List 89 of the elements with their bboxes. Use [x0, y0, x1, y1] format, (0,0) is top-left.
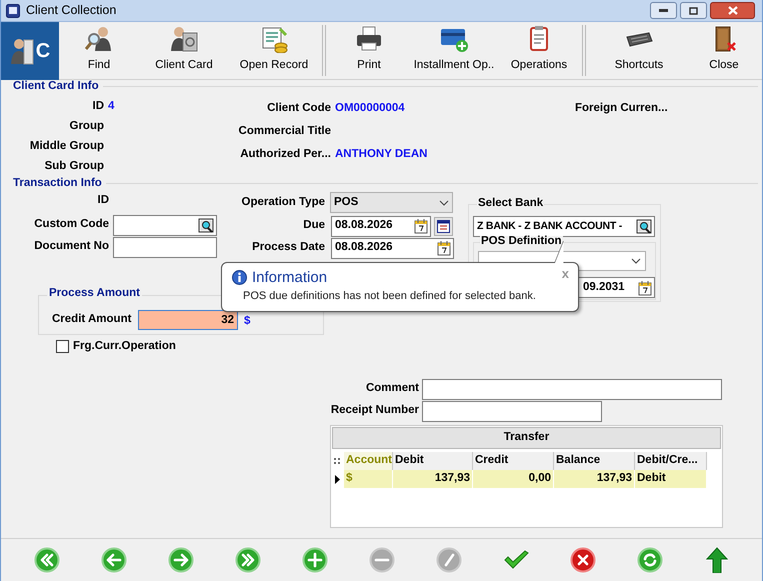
table-cell: 137,93 [554, 470, 635, 488]
field-label: ID [92, 99, 104, 114]
app-icon [6, 4, 20, 18]
group-title: Process Amount [47, 288, 142, 300]
field-label: Authorized Per... [239, 146, 331, 162]
date-field[interactable]: 08.08.2026 [331, 238, 454, 258]
column-header[interactable]: Balance [554, 452, 635, 470]
field-label: Document No [33, 239, 109, 254]
date-field[interactable]: 08.08.2026 [331, 216, 431, 236]
field-label: Foreign Curren... [575, 100, 668, 116]
grid-title: Transfer [332, 427, 721, 449]
toolbar-button[interactable]: Open Record [229, 22, 319, 79]
table-cell: $ [344, 470, 393, 488]
section-title: Transaction Info [13, 178, 102, 190]
toolbar-button[interactable]: Operations [499, 22, 579, 79]
group-title: POS Definition [480, 236, 562, 248]
currency-symbol: $ [244, 314, 250, 329]
close-button[interactable] [710, 2, 755, 19]
table-cell: Debit [635, 470, 707, 488]
calendar-icon [437, 240, 451, 256]
field-label: Client Code [266, 100, 331, 116]
maximize-icon [689, 6, 698, 14]
bank-field[interactable]: Z BANK - Z BANK ACCOUNT - [473, 216, 655, 237]
field-label: ID [96, 193, 109, 208]
calendar-icon [638, 280, 652, 296]
minimize-icon [659, 9, 668, 12]
toolbar-button[interactable]: Close [689, 22, 759, 79]
toolbar-button[interactable]: Print [329, 22, 409, 79]
calendar-icon [414, 218, 428, 234]
up-arrow-button[interactable] [704, 547, 730, 573]
field-label: Custom Code [33, 217, 109, 232]
input-field[interactable] [113, 236, 217, 258]
field-label: Sub Group [44, 159, 104, 174]
field-label: Middle Group [28, 139, 104, 154]
refresh-button[interactable] [636, 547, 662, 573]
checkbox-label: Frg.Curr.Operation [73, 339, 176, 354]
field-label: Group [68, 119, 104, 134]
field-label: Commercial Title [238, 124, 331, 139]
field-label: Receipt Number [330, 403, 419, 418]
cancel-button[interactable] [570, 547, 596, 573]
person-magnifier-icon [85, 24, 113, 53]
input-field[interactable] [422, 400, 602, 422]
dropdown[interactable]: POS [330, 192, 453, 213]
calendar-page-icon [437, 220, 450, 232]
field-label: Due [302, 218, 325, 234]
client-figure-icon [10, 36, 34, 66]
toolbar-button[interactable]: Installment Op.. [409, 22, 499, 79]
next-button[interactable] [168, 547, 194, 573]
toolbar-button[interactable]: Client Card [139, 22, 229, 79]
table-cell: 137,93 [393, 470, 473, 488]
add-button[interactable] [302, 547, 328, 573]
window-title: Client Collection [26, 2, 116, 20]
lookup-icon [636, 219, 652, 234]
maximize-button[interactable] [680, 2, 707, 19]
input-field[interactable] [422, 378, 722, 400]
input-field[interactable] [113, 214, 217, 236]
toolbar-button[interactable]: Shortcuts [589, 22, 689, 79]
printer-icon [355, 24, 383, 53]
field-label: Process Date [251, 240, 325, 256]
calendar-button[interactable] [434, 216, 453, 236]
field-label: Credit Amount [52, 312, 132, 327]
table-cell: 0,00 [473, 470, 554, 488]
person-safe-icon [170, 24, 198, 53]
document-coins-icon [260, 24, 288, 53]
lookup-icon [198, 218, 214, 232]
toolbar-button[interactable]: Find [59, 22, 139, 79]
logo-letter: C [36, 39, 50, 64]
chevron-down-icon [439, 200, 449, 206]
column-header[interactable]: Debit/Cre... [635, 452, 707, 470]
minimize-button[interactable] [650, 2, 677, 19]
close-icon [728, 6, 738, 15]
previous-button[interactable] [100, 547, 126, 573]
field-value: ANTHONY DEAN [335, 146, 428, 162]
field-label: Operation Type [240, 194, 325, 210]
field-label: Comment [364, 381, 419, 396]
field-value: OM00000004 [335, 100, 405, 116]
checkbox[interactable] [56, 340, 69, 354]
column-header[interactable]: Debit [393, 452, 473, 470]
group-title: Select Bank [477, 198, 544, 210]
popup-title: Information [252, 270, 328, 285]
section-title: Client Card Info [13, 80, 99, 92]
chevron-down-icon [631, 258, 641, 264]
last-button[interactable] [234, 547, 260, 573]
column-header[interactable]: Credit [473, 452, 554, 470]
popup-message: POS due definitions has not been defined for selected bank. [243, 289, 537, 304]
field-value: 4 [108, 99, 114, 114]
first-button[interactable] [34, 547, 60, 573]
amount-field[interactable]: 32 [138, 310, 238, 330]
info-icon [232, 270, 247, 285]
